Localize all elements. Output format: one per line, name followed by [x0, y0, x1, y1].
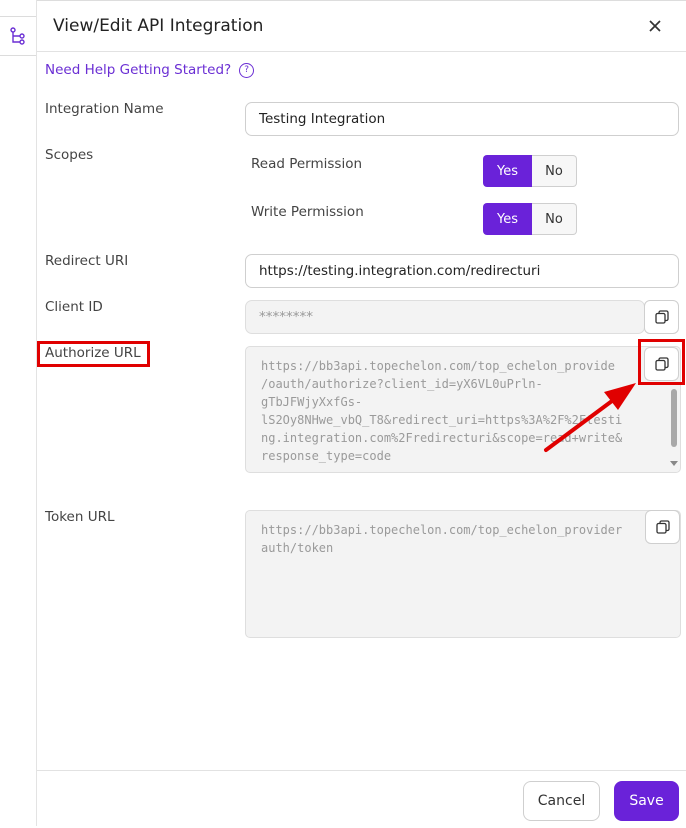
copy-client-id-button[interactable] — [644, 300, 679, 334]
left-rail — [0, 0, 37, 826]
read-permission-toggle: Yes No — [483, 155, 577, 187]
scroll-down-arrow-icon[interactable] — [670, 461, 678, 466]
close-button[interactable] — [645, 15, 665, 37]
token-url-value: https://bb3api.topechelon.com/top_echelo… — [261, 523, 623, 555]
panel-title: View/Edit API Integration — [53, 16, 264, 36]
authorize-url-value: https://bb3api.topechelon.com/top_echelo… — [261, 359, 623, 463]
redirect-uri-label: Redirect URI — [45, 253, 129, 269]
copy-token-url-button[interactable] — [645, 510, 680, 544]
question-circle-icon[interactable]: ? — [239, 62, 255, 78]
cancel-button[interactable]: Cancel — [523, 781, 600, 821]
client-id-label: Client ID — [45, 299, 103, 315]
authorize-url-textarea[interactable]: https://bb3api.topechelon.com/top_echelo… — [245, 346, 681, 473]
copy-button-annotation — [638, 339, 685, 385]
integration-name-value: Testing Integration — [259, 111, 386, 127]
api-integration-panel: View/Edit API Integration Need Help Gett… — [37, 0, 686, 827]
read-permission-no-button[interactable]: No — [532, 155, 577, 187]
read-permission-yes-button[interactable]: Yes — [483, 155, 532, 187]
help-link-text[interactable]: Need Help Getting Started? — [45, 62, 231, 78]
redirect-uri-input[interactable]: https://testing.integration.com/redirect… — [245, 254, 679, 288]
help-link[interactable]: Need Help Getting Started? ? — [45, 62, 255, 78]
client-id-field[interactable]: ******** — [245, 300, 645, 334]
integration-name-label: Integration Name — [45, 101, 164, 117]
copy-icon — [655, 520, 670, 534]
token-url-label: Token URL — [45, 509, 115, 525]
scrollbar-thumb[interactable] — [671, 389, 677, 447]
redirect-uri-value: https://testing.integration.com/redirect… — [259, 263, 541, 279]
tree-structure-icon — [10, 27, 25, 45]
write-permission-yes-button[interactable]: Yes — [483, 203, 532, 235]
write-permission-label: Write Permission — [251, 204, 364, 220]
scopes-label: Scopes — [45, 147, 94, 163]
client-id-value: ******** — [259, 309, 313, 325]
integration-name-input[interactable]: Testing Integration — [245, 102, 679, 136]
read-permission-label: Read Permission — [251, 156, 363, 172]
token-url-textarea[interactable]: https://bb3api.topechelon.com/top_echelo… — [245, 510, 681, 638]
authorize-url-label-annotation — [37, 341, 150, 367]
write-permission-no-button[interactable]: No — [532, 203, 577, 235]
panel-footer: Cancel Save — [37, 770, 686, 828]
write-permission-toggle: Yes No — [483, 203, 577, 235]
integration-tree-tab[interactable] — [0, 16, 36, 56]
save-button[interactable]: Save — [614, 781, 679, 821]
close-icon — [649, 20, 661, 32]
copy-icon — [654, 310, 669, 324]
panel-header: View/Edit API Integration — [37, 1, 686, 52]
